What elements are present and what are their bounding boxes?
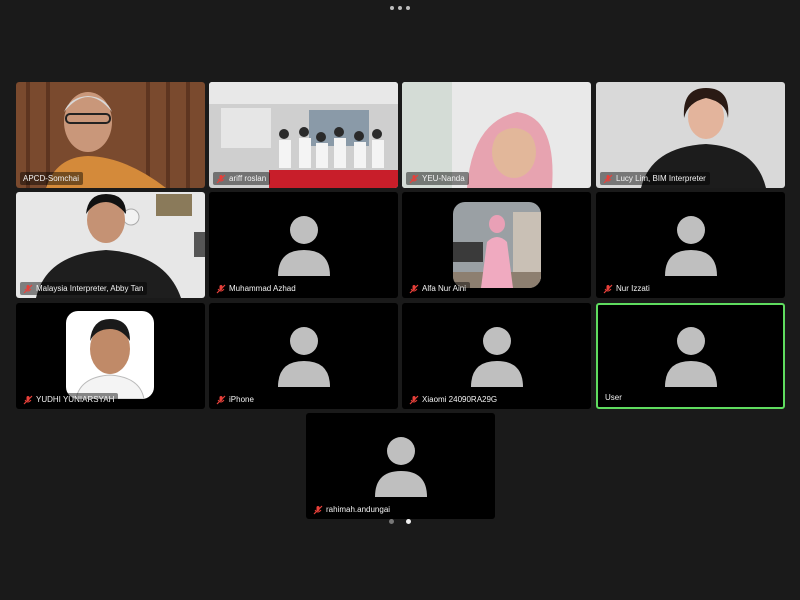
avatar-placeholder-icon [665,327,717,387]
participant-name-tag: APCD-Somchai [20,172,84,185]
participant-name: iPhone [229,395,254,404]
participant-name-tag: Lucy Lim, BIM Interpreter [600,172,710,185]
video-tile-alfa-nur-aini[interactable]: Alfa Nur Aini [402,192,591,298]
participant-name: Alfa Nur Aini [422,284,467,293]
video-tile-yeu-nanda[interactable]: YEU-Nanda [402,82,591,188]
participant-name: Nur Izzati [616,284,650,293]
muted-mic-icon [216,174,226,183]
participant-name-tag: ariff roslan [213,172,271,185]
video-tile-xiaomi[interactable]: Xiaomi 24090RA29G [402,303,591,409]
avatar-placeholder-icon [665,216,717,276]
participant-name: Xiaomi 24090RA29G [422,395,498,404]
muted-mic-icon [409,395,419,404]
more-options-icon[interactable] [390,5,410,11]
video-tile-user-active-speaker[interactable]: User [596,303,785,409]
participant-name: Muhammad Azhad [229,284,296,293]
participant-name-tag: iPhone [213,393,258,406]
participant-name-tag: Alfa Nur Aini [406,282,471,295]
muted-mic-icon [23,284,33,293]
profile-picture [66,311,154,399]
participant-name-tag: Nur Izzati [600,282,654,295]
muted-mic-icon [409,174,419,183]
participant-name-tag: YUDHI YUNIARSYAH [20,393,119,406]
participant-name-tag: Muhammad Azhad [213,282,300,295]
page-indicator[interactable] [389,519,411,525]
muted-mic-icon [603,284,613,293]
participant-name: APCD-Somchai [23,174,80,183]
muted-mic-icon [216,395,226,404]
muted-mic-icon [603,174,613,183]
participant-name: rahimah.andungai [326,505,391,514]
video-tile-abby-tan[interactable]: Malaysia Interpreter, Abby Tan [16,192,205,298]
participant-name: User [605,393,622,402]
video-tile-lucy-lim[interactable]: Lucy Lim, BIM Interpreter [596,82,785,188]
avatar-placeholder-icon [375,437,427,497]
muted-mic-icon [313,505,323,514]
video-tile-ariff-roslan[interactable]: ariff roslan [209,82,398,188]
participant-name: YEU-Nanda [422,174,465,183]
avatar-placeholder-icon [471,327,523,387]
participant-name-tag: Xiaomi 24090RA29G [406,393,502,406]
video-tile-nur-izzati[interactable]: Nur Izzati [596,192,785,298]
participant-name-tag: rahimah.andungai [310,503,395,516]
participant-name: ariff roslan [229,174,267,183]
muted-mic-icon [23,395,33,404]
participant-name-tag: YEU-Nanda [406,172,469,185]
participant-name-tag: Malaysia Interpreter, Abby Tan [20,282,148,295]
participant-name: Lucy Lim, BIM Interpreter [616,174,706,183]
video-tile-muhammad-azhad[interactable]: Muhammad Azhad [209,192,398,298]
participant-name-tag: User [602,391,626,404]
video-tile-apcd-somchai[interactable]: APCD-Somchai [16,82,205,188]
profile-picture [453,202,541,288]
video-tile-iphone[interactable]: iPhone [209,303,398,409]
avatar-placeholder-icon [278,216,330,276]
page-dot-1[interactable] [389,519,394,524]
muted-mic-icon [216,284,226,293]
muted-mic-icon [409,284,419,293]
video-tile-rahimah-andungai[interactable]: rahimah.andungai [306,413,495,519]
video-tile-yudhi-yuniarsyah[interactable]: YUDHI YUNIARSYAH [16,303,205,409]
page-dot-2-current[interactable] [406,519,411,524]
avatar-placeholder-icon [278,327,330,387]
participant-name: Malaysia Interpreter, Abby Tan [36,284,144,293]
participant-name: YUDHI YUNIARSYAH [36,395,115,404]
